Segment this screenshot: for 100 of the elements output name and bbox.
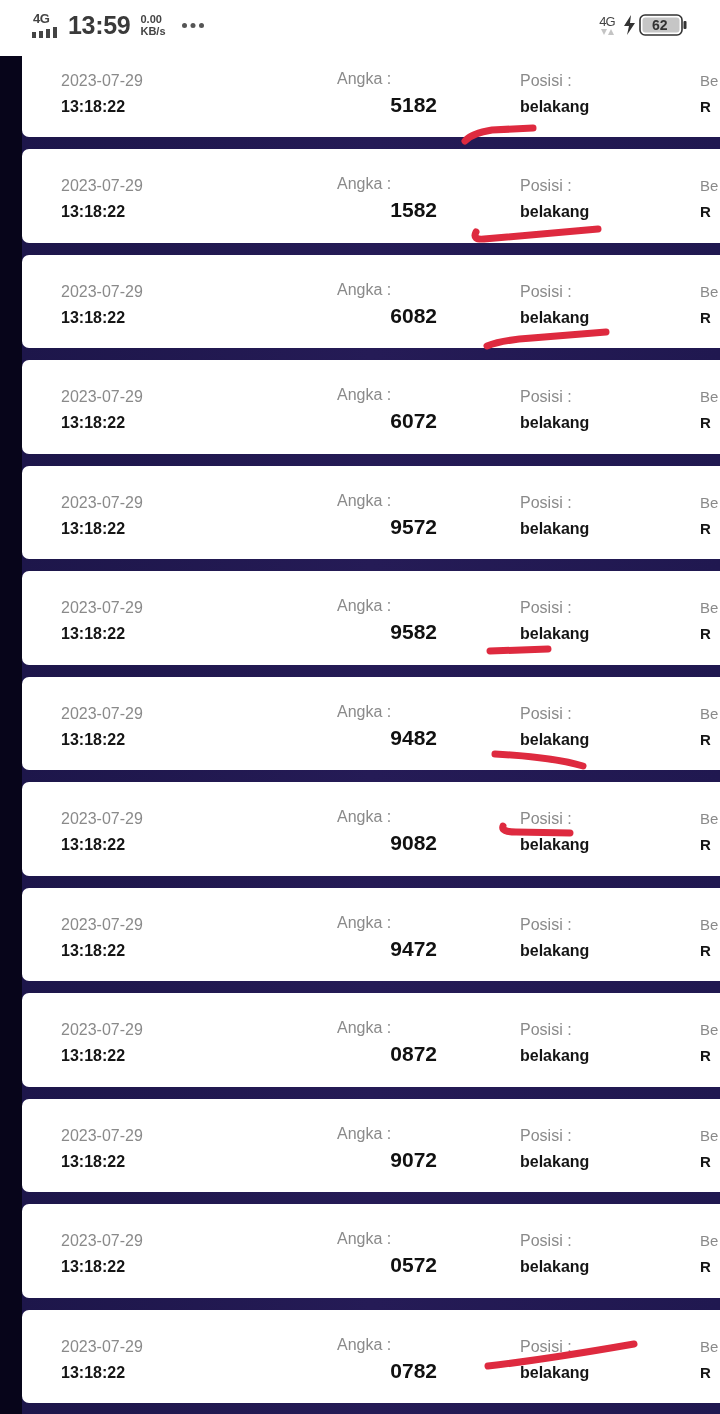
posisi-value: belakang <box>520 1362 590 1383</box>
time-text: 13:18:22 <box>61 1046 126 1066</box>
angka-label: Angka : <box>337 1229 392 1249</box>
posisi-label: Posisi : <box>520 176 572 196</box>
time-text: 13:18:22 <box>61 624 126 644</box>
date-text: 2023-07-29 <box>61 281 143 302</box>
angka-label: Angka : <box>337 279 392 300</box>
time-text: 13:18:22 <box>61 729 126 750</box>
angka-value: 9482 <box>390 724 437 751</box>
network-type-text: 4G <box>599 15 615 29</box>
angka-value: 9072 <box>390 1146 437 1173</box>
posisi-value: belakang <box>520 1151 590 1172</box>
column-value: R <box>700 307 711 328</box>
column-label: Be <box>700 1336 719 1357</box>
posisi-label: Posisi : <box>520 598 572 618</box>
column-label: Be <box>700 1231 719 1251</box>
angka-value: 9572 <box>390 513 437 540</box>
time-text: 13:18:22 <box>61 307 126 328</box>
angka-label: Angka : <box>337 807 392 827</box>
column-label: Be <box>700 703 719 724</box>
posisi-value: belakang <box>520 96 590 117</box>
time-text: 13:18:22 <box>61 1257 126 1277</box>
time-text: 13:18:22 <box>61 1151 126 1172</box>
posisi-label: Posisi : <box>520 914 572 935</box>
posisi-value: belakang <box>520 940 590 961</box>
scribble-icon <box>499 822 574 837</box>
angka-label: Angka : <box>337 1123 392 1144</box>
date-text: 2023-07-29 <box>61 809 143 829</box>
column-value: R <box>700 1257 711 1277</box>
column-value: R <box>700 518 711 539</box>
charging-icon <box>624 15 635 35</box>
column-value: R <box>700 1046 711 1066</box>
column-label: Be <box>700 492 719 513</box>
time-text: 13:18:22 <box>61 835 126 855</box>
angka-label: Angka : <box>337 596 392 616</box>
angka-value: 5182 <box>390 91 437 118</box>
posisi-label: Posisi : <box>520 703 572 724</box>
column-value: R <box>700 729 711 750</box>
posisi-value: belakang <box>520 835 590 855</box>
column-label: Be <box>700 1125 719 1146</box>
column-label: Be <box>700 281 719 302</box>
angka-label: Angka : <box>337 385 392 405</box>
battery-icon <box>639 14 687 36</box>
time-text: 13:18:22 <box>61 940 126 961</box>
column-value: R <box>700 1151 711 1172</box>
scribble-icon <box>471 225 602 243</box>
angka-label: Angka : <box>337 174 392 194</box>
date-text: 2023-07-29 <box>61 598 143 618</box>
scribble-icon <box>461 124 537 144</box>
date-text: 2023-07-29 <box>61 387 143 407</box>
date-text: 2023-07-29 <box>61 1231 143 1251</box>
posisi-value: belakang <box>520 624 590 644</box>
angka-label: Angka : <box>337 912 392 933</box>
posisi-label: Posisi : <box>520 1336 572 1357</box>
scribble-icon <box>486 645 552 655</box>
date-text: 2023-07-29 <box>61 914 143 935</box>
posisi-label: Posisi : <box>520 1020 572 1040</box>
angka-label: Angka : <box>337 490 392 511</box>
column-label: Be <box>700 387 719 407</box>
posisi-value: belakang <box>520 1257 590 1277</box>
column-label: Be <box>700 176 719 196</box>
posisi-value: belakang <box>520 729 590 750</box>
angka-label: Angka : <box>337 68 392 89</box>
date-text: 2023-07-29 <box>61 492 143 513</box>
date-text: 2023-07-29 <box>61 1336 143 1357</box>
column-value: R <box>700 202 711 222</box>
column-value: R <box>700 940 711 961</box>
posisi-label: Posisi : <box>520 387 572 407</box>
posisi-value: belakang <box>520 202 590 222</box>
column-value: R <box>700 624 711 644</box>
time-text: 13:18:22 <box>61 1362 126 1383</box>
column-label: Be <box>700 598 719 618</box>
angka-value: 9472 <box>390 935 437 962</box>
column-value: R <box>700 413 711 433</box>
speed-value: 0.00 <box>140 13 162 25</box>
time-text: 13:18:22 <box>61 413 126 433</box>
posisi-value: belakang <box>520 307 590 328</box>
posisi-value: belakang <box>520 1046 590 1066</box>
date-text: 2023-07-29 <box>61 176 143 196</box>
posisi-label: Posisi : <box>520 70 572 91</box>
angka-value: 6072 <box>390 408 437 434</box>
date-text: 2023-07-29 <box>61 1020 143 1040</box>
column-value: R <box>700 1362 711 1383</box>
more-icon <box>181 22 204 28</box>
scribble-icon <box>491 750 587 769</box>
network-type-text: 4G <box>33 12 50 25</box>
time-text: 13:18:22 <box>61 96 126 117</box>
date-text: 2023-07-29 <box>61 70 143 91</box>
angka-value: 6082 <box>390 302 437 329</box>
posisi-label: Posisi : <box>520 1125 572 1146</box>
time-text: 13:18:22 <box>61 202 126 222</box>
column-label: Be <box>700 70 719 91</box>
speed-unit: KB/s <box>140 25 166 37</box>
angka-label: Angka : <box>337 1018 392 1038</box>
angka-value: 0572 <box>390 1252 437 1278</box>
angka-label: Angka : <box>337 701 392 722</box>
angka-value: 1582 <box>390 197 437 223</box>
date-text: 2023-07-29 <box>61 703 143 724</box>
date-text: 2023-07-29 <box>61 1125 143 1146</box>
posisi-value: belakang <box>520 518 590 539</box>
